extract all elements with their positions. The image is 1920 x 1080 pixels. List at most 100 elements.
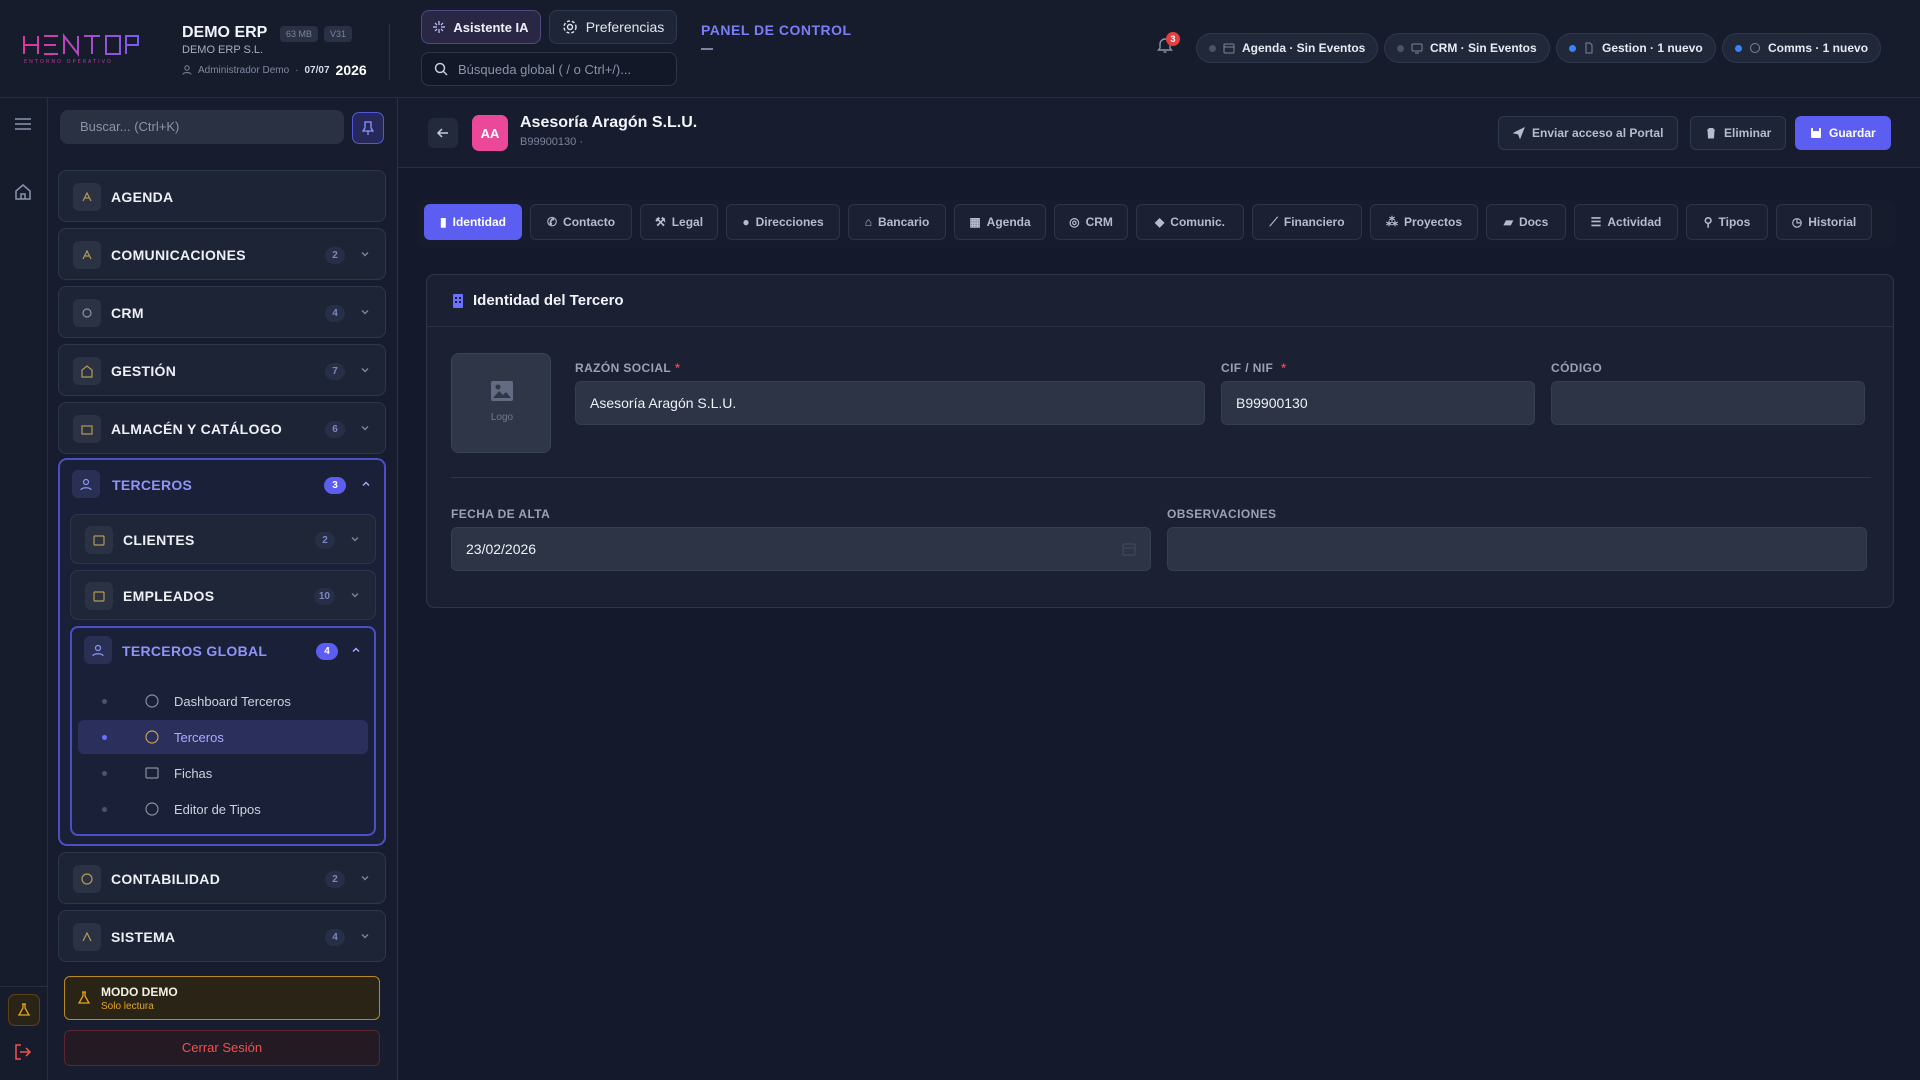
preferences-button[interactable]: Preferencias [549, 10, 677, 44]
status-pill-comms[interactable]: Comms · 1 nuevo [1722, 33, 1882, 63]
chat-icon [1749, 42, 1761, 54]
terceros-global-label[interactable]: TERCEROS GLOBAL [122, 643, 267, 659]
status-pill-agenda[interactable]: Agenda · Sin Eventos [1196, 33, 1379, 63]
delete-button[interactable]: Eliminar [1690, 116, 1787, 150]
panel-title[interactable]: PANEL DE CONTROL [701, 22, 852, 38]
building-icon [451, 293, 465, 309]
global-search-placeholder: Búsqueda global ( / o Ctrl+/)... [458, 61, 632, 77]
user-name: Administrador Demo [198, 64, 290, 76]
fecha-alta-label: FECHA DE ALTA [451, 507, 551, 521]
tab-comunicaciones[interactable]: ◆ Comunic. [1136, 204, 1244, 240]
app-logo[interactable]: ENTORNO OPERATIVO [22, 32, 142, 66]
nav-item-fichas[interactable]: Fichas [78, 756, 368, 790]
razon-social-label: RAZÓN SOCIAL * [575, 361, 681, 375]
status-pill-crm[interactable]: CRM · Sin Eventos [1384, 33, 1550, 63]
sidebar-section-label: ALMACÉN Y CATÁLOGO [111, 421, 283, 437]
tab-historial[interactable]: ◷ Historial [1776, 204, 1872, 240]
record-subtitle: B99900130 · [520, 136, 583, 148]
tab-financiero[interactable]: ⟋ Financiero [1252, 204, 1362, 240]
hierarchy-icon: ⚲ [1703, 215, 1713, 229]
back-button[interactable] [428, 118, 458, 148]
sidebar-section-sistema[interactable]: SISTEMA 4 [58, 910, 386, 962]
sidebar-item-clientes[interactable]: CLIENTES 2 [70, 514, 376, 564]
gavel-icon: ⚒ [654, 215, 666, 229]
sidebar-section-label: CONTABILIDAD [111, 871, 221, 887]
logout-button[interactable]: Cerrar Sesión [64, 1030, 380, 1066]
nav-item-dashboard-terceros[interactable]: Dashboard Terceros [78, 684, 368, 718]
chevron-down-icon [359, 306, 371, 318]
tab-label: Legal [671, 215, 704, 229]
sidebar-section-comunicaciones[interactable]: COMUNICACIONES 2 [58, 228, 386, 280]
status-dot [1569, 44, 1576, 52]
tab-legal[interactable]: ⚒ Legal [640, 204, 718, 240]
form-divider [451, 477, 1871, 478]
sidebar-section-label: COMUNICACIONES [111, 247, 246, 263]
sidebar-item-empleados[interactable]: EMPLEADOS 10 [70, 570, 376, 620]
tab-tipos[interactable]: ⚲ Tipos [1686, 204, 1768, 240]
sidebar-group-terceros-global: TERCEROS GLOBAL 4 Dashboard Terceros Ter… [70, 626, 376, 836]
calendar-icon[interactable] [1122, 542, 1136, 556]
communications-icon [73, 241, 101, 269]
tab-label: CRM [1085, 215, 1113, 229]
cif-nif-field[interactable]: B99900130 [1221, 381, 1535, 425]
avatar: AA [472, 115, 508, 151]
pin-icon[interactable] [352, 112, 384, 144]
bullet [102, 771, 107, 776]
tab-actividad[interactable]: ☰ Actividad [1574, 204, 1678, 240]
chevron-up-icon[interactable] [350, 644, 362, 656]
status-dot [1209, 44, 1216, 52]
sidebar-search-input[interactable]: Buscar... (Ctrl+K) [60, 110, 344, 144]
tab-docs[interactable]: ▰ Docs [1486, 204, 1566, 240]
hamburger-menu-icon[interactable] [13, 116, 33, 132]
record-tabs: ▮ Identidad ✆ Contacto ⚒ Legal ● Direcciones… [418, 200, 1896, 248]
chevron-up-icon[interactable] [360, 478, 372, 490]
terceros-header-label[interactable]: TERCEROS [112, 477, 192, 493]
tab-identidad[interactable]: ▮ Identidad [424, 204, 522, 240]
panel-underline [701, 48, 713, 50]
flask-icon [77, 991, 91, 1005]
status-pill-label: CRM · Sin Eventos [1430, 41, 1537, 55]
user-line: Administrador Demo · 07/07 2026 [182, 62, 367, 78]
chart-line-icon: ⟋ [1269, 214, 1278, 229]
save-icon [1810, 127, 1822, 139]
sidebar-item-label: EMPLEADOS [123, 588, 215, 604]
observaciones-field[interactable] [1167, 527, 1867, 571]
send-portal-access-button[interactable]: Enviar acceso al Portal [1498, 116, 1679, 150]
home-icon[interactable] [13, 182, 33, 202]
logo-upload[interactable]: Logo [451, 353, 551, 453]
nav-item-editor-tipos[interactable]: Editor de Tipos [78, 792, 368, 826]
sidebar-section-almacen[interactable]: ALMACÉN Y CATÁLOGO 6 [58, 402, 386, 454]
sidebar-section-agenda[interactable]: AGENDA [58, 170, 386, 222]
logout-icon[interactable] [13, 1042, 33, 1062]
accounting-icon [73, 865, 101, 893]
save-button[interactable]: Guardar [1795, 116, 1891, 150]
tab-contacto[interactable]: ✆ Contacto [530, 204, 632, 240]
fecha-alta-field[interactable]: 23/02/2026 [451, 527, 1151, 571]
demo-mode-subtitle: Solo lectura [101, 1001, 154, 1012]
razon-social-field[interactable]: Asesoría Aragón S.L.U. [575, 381, 1205, 425]
crm-icon [73, 299, 101, 327]
sidebar-section-crm[interactable]: CRM 4 [58, 286, 386, 338]
editor-icon [144, 801, 160, 817]
tab-crm[interactable]: ◎ CRM [1054, 204, 1128, 240]
version-pill: V31 [324, 26, 353, 42]
global-search-input[interactable]: Búsqueda global ( / o Ctrl+/)... [421, 52, 677, 86]
status-pill-gestion[interactable]: Gestion · 1 nuevo [1556, 33, 1716, 63]
sidebar-item-label: CLIENTES [123, 532, 195, 548]
ai-assistant-button[interactable]: Asistente IA [421, 10, 541, 44]
sidebar-section-gestion[interactable]: GESTIÓN 7 [58, 344, 386, 396]
flask-icon[interactable] [8, 994, 40, 1026]
tab-bancario[interactable]: ⌂ Bancario [848, 204, 946, 240]
sidebar-section-contabilidad[interactable]: CONTABILIDAD 2 [58, 852, 386, 904]
tab-direcciones[interactable]: ● Direcciones [726, 204, 840, 240]
crm-icon [1411, 42, 1423, 54]
bullet [102, 699, 107, 704]
codigo-field[interactable] [1551, 381, 1865, 425]
chevron-down-icon [359, 364, 371, 376]
current-date: 07/07 [304, 64, 330, 76]
nav-item-terceros[interactable]: Terceros [78, 720, 368, 754]
company-name: DEMO ERP S.L. [182, 44, 264, 56]
tab-agenda[interactable]: ▦ Agenda [954, 204, 1046, 240]
top-bar: ENTORNO OPERATIVO DEMO ERP 63 MB V31 DEM… [0, 0, 1920, 98]
tab-proyectos[interactable]: ⁂ Proyectos [1370, 204, 1478, 240]
